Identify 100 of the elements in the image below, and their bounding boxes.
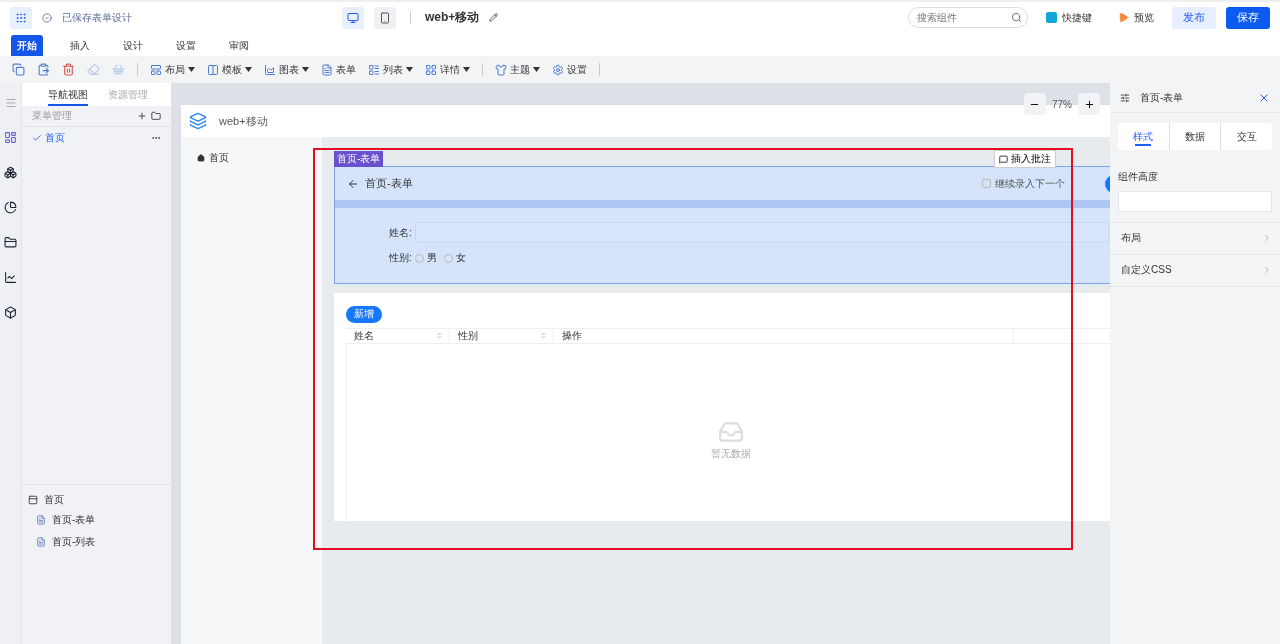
saved-icon (42, 12, 52, 23)
cube-icon[interactable] (4, 306, 17, 319)
toolbar-dropdown[interactable]: 主题 (491, 60, 544, 79)
save-status: 已保存表单设计 (62, 10, 132, 25)
toolbar-button[interactable]: 设置 (548, 60, 591, 79)
back-icon[interactable] (347, 177, 359, 190)
toolbar-button[interactable]: 表单 (317, 60, 360, 79)
basket-icon (112, 63, 125, 76)
save-button[interactable]: 保存 (1226, 6, 1270, 29)
paste-icon (37, 63, 50, 76)
panel-tab[interactable]: 导航视图 (48, 88, 88, 106)
page-icon (28, 495, 38, 505)
comment-button[interactable]: 插入批注 (994, 150, 1056, 168)
add-button[interactable]: 新增 (346, 305, 382, 323)
document-icon (36, 537, 46, 547)
form-title: 首页-表单 (365, 176, 413, 191)
layout-icon (150, 63, 162, 76)
menu-tab[interactable]: 设计 (117, 35, 149, 56)
caret-icon (463, 67, 470, 72)
monitor-icon (346, 11, 359, 24)
logo-icon (189, 112, 207, 130)
toolbar-dropdown[interactable]: 详情 (421, 60, 474, 79)
caret-icon (188, 67, 195, 72)
boxes-icon[interactable] (4, 166, 17, 179)
radio-option[interactable]: 男 (414, 251, 437, 265)
property-section[interactable]: 自定义CSS (1110, 255, 1280, 287)
chevron-icon (1262, 265, 1272, 275)
zoom-in-button[interactable] (1078, 93, 1100, 115)
form-card[interactable]: 首页-表单 继续录入下一个 姓名: 性别: 男 女 (334, 166, 1110, 284)
comment-icon (999, 154, 1008, 164)
desktop-view-button[interactable] (341, 6, 364, 29)
tree-item[interactable]: 首页 (28, 491, 165, 509)
settings-icon (552, 63, 564, 76)
home-icon (197, 154, 205, 162)
section-title: 菜单管理 (32, 109, 73, 123)
toolbar-dropdown[interactable]: 模板 (203, 60, 256, 79)
field-label: 姓名: (389, 225, 412, 240)
chevron-icon (1262, 233, 1272, 243)
tree-item[interactable]: 首页-表单 (28, 509, 165, 531)
document-icon (36, 515, 46, 525)
property-label: 组件高度 (1118, 170, 1159, 184)
mobile-view-button[interactable] (373, 6, 396, 29)
grid-icon (425, 63, 437, 76)
column-header[interactable]: 姓名 (346, 328, 450, 343)
menu-tab[interactable]: 设置 (170, 35, 202, 56)
play-icon (1118, 12, 1129, 23)
continue-checkbox[interactable]: 继续录入下一个 (982, 176, 1065, 191)
edit-icon[interactable] (489, 13, 499, 22)
publish-button[interactable]: 发布 (1172, 6, 1216, 29)
tree-item[interactable]: 首页-列表 (28, 531, 165, 553)
menu-item[interactable]: 首页 (22, 127, 171, 149)
name-input[interactable] (414, 222, 1109, 243)
apps-button[interactable] (10, 6, 32, 29)
preview-link[interactable]: 预览 (1110, 10, 1162, 25)
folder-icon[interactable] (4, 236, 17, 249)
column-header[interactable]: 性别 (450, 328, 554, 343)
search-field[interactable]: 搜索组件 (908, 7, 1028, 28)
trash-icon (62, 63, 75, 76)
check-icon (32, 133, 42, 143)
caret-icon (533, 67, 540, 72)
copy-icon (12, 63, 25, 76)
menu-tab[interactable]: 审阅 (223, 35, 255, 56)
folder-icon[interactable] (151, 111, 161, 121)
square-icon (1046, 12, 1057, 23)
panel-title: 首页-表单 (1140, 90, 1185, 105)
toolbar-dropdown[interactable]: 图表 (260, 60, 313, 79)
chart-icon (264, 63, 276, 76)
caret-icon (302, 67, 309, 72)
menu-tab[interactable]: 开始 (11, 35, 43, 56)
line-chart-icon[interactable] (4, 271, 17, 284)
app-name: web+移动 (219, 113, 268, 129)
app-title: web+移动 (424, 9, 480, 26)
selection-tag: 首页-表单 (334, 151, 384, 167)
toolbar-dropdown[interactable]: 布局 (146, 60, 199, 79)
search-icon (1011, 12, 1022, 23)
side-menu-item[interactable]: 首页 (197, 151, 306, 165)
shirt-icon (495, 63, 507, 76)
shortcut-link[interactable]: 快捷键 (1038, 10, 1100, 25)
pie-chart-icon[interactable] (4, 201, 17, 214)
plus-icon (1083, 98, 1095, 110)
properties-icon (1120, 92, 1130, 103)
radio-option[interactable]: 女 (443, 251, 466, 265)
height-input[interactable] (1118, 191, 1272, 212)
phone-icon (378, 11, 391, 24)
zoom-level: 77% (1052, 98, 1072, 110)
columns-icon (207, 63, 219, 76)
grid-dots-icon (15, 11, 27, 24)
property-section[interactable]: 布局 (1110, 223, 1280, 255)
caret-icon (406, 67, 413, 72)
toolbar-dropdown[interactable]: 列表 (364, 60, 417, 79)
list-icon (368, 63, 380, 76)
menu-tab[interactable]: 插入 (64, 35, 96, 56)
caret-icon (245, 67, 252, 72)
field-label: 性别: (389, 251, 412, 265)
empty-text: 暂无数据 (710, 446, 751, 461)
eraser-icon (87, 63, 100, 76)
form-icon (321, 63, 333, 76)
add-icon[interactable] (137, 111, 147, 121)
dashboard-icon[interactable] (4, 131, 17, 144)
column-header[interactable]: 操作 (554, 328, 1014, 343)
